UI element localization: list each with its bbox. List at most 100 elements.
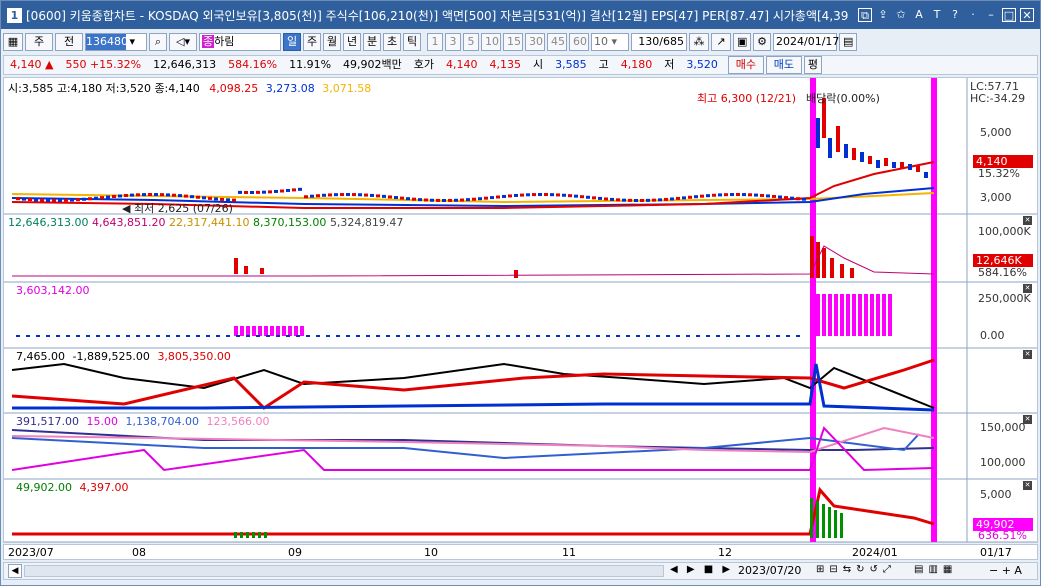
- interval-60[interactable]: 60: [569, 33, 589, 51]
- speaker-icon[interactable]: ◁▾: [169, 33, 197, 51]
- p3-bar: [726, 335, 730, 337]
- star-icon[interactable]: ✩: [894, 8, 908, 22]
- period-minute[interactable]: 분: [363, 33, 381, 51]
- candle: [166, 193, 170, 197]
- candle: [112, 194, 116, 198]
- p3-bar: [276, 335, 280, 337]
- date-input[interactable]: 2024/01/17: [773, 33, 839, 51]
- close-icon[interactable]: ✕: [1023, 284, 1032, 293]
- interval-input[interactable]: 10 ▾: [591, 33, 629, 51]
- p6-bar: [816, 501, 819, 538]
- candle: [496, 195, 500, 199]
- font-icon[interactable]: A: [912, 8, 926, 22]
- play-controls-icon[interactable]: ◀ ▶ ■ ▶: [670, 564, 733, 575]
- link-icon[interactable]: ⧉: [858, 8, 872, 22]
- zoom-icon[interactable]: ⊞⊟⇆↻↺⤢: [816, 564, 896, 575]
- grid-icon[interactable]: ▦: [3, 33, 23, 51]
- menu-icon[interactable]: ·: [966, 8, 980, 22]
- interval-15[interactable]: 15: [503, 33, 523, 51]
- question-icon[interactable]: ?: [948, 8, 962, 22]
- volume-bar: [234, 258, 238, 274]
- interval-10[interactable]: 10: [481, 33, 501, 51]
- text-size-icon[interactable]: − + A: [989, 564, 1022, 577]
- p3-bar: [366, 335, 370, 337]
- maximize-icon[interactable]: □: [1002, 8, 1016, 22]
- candle: [712, 193, 716, 197]
- p3-bar: [282, 326, 286, 336]
- scroll-track[interactable]: [24, 565, 664, 577]
- volume-legend: 12,646,313.00 4,643,851.20 22,317,441.10…: [8, 216, 404, 229]
- stock-code-input[interactable]: 136480 ▾: [85, 33, 147, 51]
- search-icon[interactable]: ⌕: [149, 33, 167, 51]
- scroll-bar[interactable]: ◀ ◀ ▶ ■ ▶ 2023/07/20 ⊞⊟⇆↻↺⤢ ▤▥▦ − + A: [3, 562, 1038, 580]
- chart-tools-icon[interactable]: ⁂: [689, 33, 709, 51]
- sell-button[interactable]: 매도: [765, 56, 802, 74]
- period-tick[interactable]: 틱: [403, 33, 421, 51]
- candle: [286, 188, 290, 192]
- p3-bar: [636, 335, 640, 337]
- interval-5[interactable]: 5: [463, 33, 479, 51]
- p3-bar: [86, 335, 90, 337]
- buy-button[interactable]: 매수: [727, 56, 764, 74]
- pin-icon[interactable]: ⇪: [876, 8, 890, 22]
- close-icon[interactable]: ✕: [1023, 481, 1032, 490]
- candle: [876, 160, 880, 168]
- p3-bar: [288, 326, 292, 336]
- candle: [100, 196, 104, 200]
- period-second[interactable]: 초: [383, 33, 401, 51]
- interval-3[interactable]: 3: [445, 33, 461, 51]
- candle: [34, 198, 38, 202]
- limit-note: 배당락(0.00%): [806, 92, 880, 105]
- save-icon[interactable]: ▣: [733, 33, 751, 51]
- candle: [298, 187, 302, 191]
- period-day[interactable]: 일: [283, 33, 301, 51]
- p3-bar: [126, 335, 130, 337]
- scroll-left-icon[interactable]: ◀: [8, 564, 22, 578]
- candle: [676, 196, 680, 200]
- candle: [772, 194, 776, 198]
- stock-name-field[interactable]: 종하림: [199, 33, 281, 51]
- p3-bar: [646, 335, 650, 337]
- market-select[interactable]: 전: [55, 33, 83, 51]
- interval-1[interactable]: 1: [427, 33, 443, 51]
- close-icon[interactable]: ✕: [1023, 350, 1032, 359]
- candle: [256, 190, 260, 194]
- p3-bar: [828, 294, 832, 336]
- interval-45[interactable]: 45: [547, 33, 567, 51]
- p3-bar: [226, 335, 230, 337]
- candle: [682, 196, 686, 200]
- period-year[interactable]: 년: [343, 33, 361, 51]
- period-week[interactable]: 주: [303, 33, 321, 51]
- settings-icon[interactable]: ⚙: [753, 33, 771, 51]
- candle: [130, 193, 134, 197]
- p3-bar: [406, 335, 410, 337]
- candle: [836, 126, 840, 152]
- candle: [592, 196, 596, 200]
- calendar-icon[interactable]: ▤: [839, 33, 857, 51]
- price-legend: 시:3,585 고:4,180 저:3,520 종:4,140 4,098.25…: [8, 80, 371, 96]
- close-icon[interactable]: ✕: [1023, 415, 1032, 424]
- interval-30[interactable]: 30: [525, 33, 545, 51]
- p3-bar: [516, 335, 520, 337]
- candle: [40, 198, 44, 202]
- eval-button[interactable]: 평: [803, 56, 822, 74]
- ma1-legend: 4,098.25: [209, 82, 259, 95]
- chart-area[interactable]: 시:3,585 고:4,180 저:3,520 종:4,140 4,098.25…: [3, 77, 1038, 543]
- trend-icon[interactable]: ↗: [711, 33, 731, 51]
- title-bar[interactable]: 1 [0600] 키움종합차트 - KOSDAQ 외국인보유[3,805(천)]…: [1, 1, 1040, 29]
- period-month[interactable]: 월: [323, 33, 341, 51]
- close-icon[interactable]: ✕: [1023, 216, 1032, 225]
- candle: [358, 193, 362, 197]
- view-icon[interactable]: ▤▥▦: [914, 564, 957, 575]
- close-icon[interactable]: ✕: [1020, 8, 1034, 22]
- minimize-icon[interactable]: –: [984, 8, 998, 22]
- current-price: 4,140 ▲: [10, 58, 54, 71]
- candle: [742, 193, 746, 197]
- candle: [724, 193, 728, 197]
- p3-bar: [656, 335, 660, 337]
- p3-bar: [576, 335, 580, 337]
- chart-type-select[interactable]: 주: [25, 33, 53, 51]
- low-note: ◀ 최저 2,625 (07/26): [122, 202, 233, 215]
- p3-bar: [252, 326, 256, 336]
- help-icon[interactable]: T: [930, 8, 944, 22]
